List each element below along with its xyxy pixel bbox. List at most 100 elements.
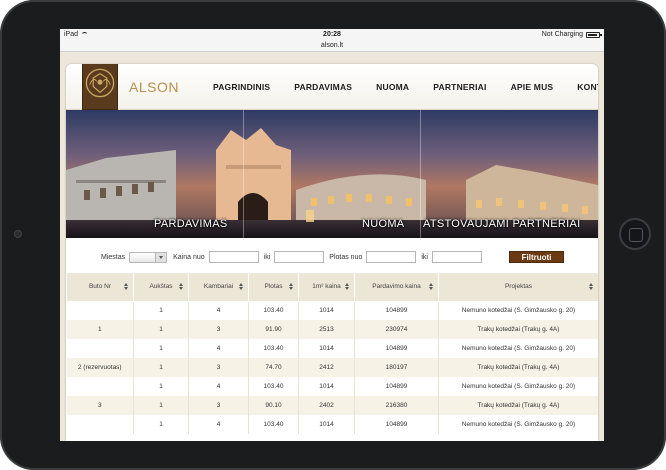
listings-table: Buto Nr Aukštas Kambariai Plotas 1m² kai…: [66, 273, 598, 434]
banner-link-pardavimas[interactable]: PARDAVIMAS: [154, 218, 228, 230]
device-label: iPad: [64, 31, 79, 38]
cell-area: 103.40: [248, 301, 299, 320]
crest-icon: [85, 68, 115, 97]
sort-icon: [239, 283, 244, 291]
cell-rooms: 3: [188, 396, 249, 415]
table-row[interactable]: 1 4 103.40 1014 104899 Nemuno kotedžai (…: [66, 301, 598, 320]
table-row[interactable]: 1 4 103.40 1014 104899 Nemuno kotedžai (…: [66, 339, 598, 358]
charging-status: Not Charging: [541, 31, 583, 38]
table-row[interactable]: 3 1 3 90.10 2402 216380 Trakų kotedžai (…: [66, 396, 598, 415]
banner-link-nuoma[interactable]: NUOMA: [362, 218, 404, 230]
chevron-down-icon: [155, 252, 167, 262]
column-header[interactable]: Aukštas: [133, 273, 189, 302]
status-bar: iPad 20:28 Not Charging: [60, 29, 604, 40]
site-container: ALSON PAGRINDINIS PARDAVIMAS NUOMA PARTN…: [66, 64, 598, 441]
cell-rooms: 3: [188, 320, 249, 339]
sort-icon: [429, 283, 434, 291]
price-from-input[interactable]: [208, 251, 259, 263]
cell-floor: 1: [133, 377, 189, 396]
home-button[interactable]: [619, 218, 651, 250]
column-header[interactable]: Plotas: [248, 273, 299, 302]
price-to-label: iki: [263, 253, 271, 261]
cell-unit: 1: [66, 320, 134, 339]
cell-price-per-m2: 1014: [298, 415, 355, 434]
price-from-label: Kaina nuo: [173, 253, 205, 261]
banner-link-partneriai[interactable]: ATSTOVAUJAMI PARTNERIAI: [423, 218, 580, 230]
cell-price: 104899: [354, 377, 439, 396]
cell-project: Trakų kotedžai (Trakų g. 4A): [438, 358, 598, 377]
sort-icon: [124, 283, 129, 291]
sort-icon: [589, 283, 594, 291]
camera-icon: [14, 230, 22, 238]
nav-pagrindinis[interactable]: PAGRINDINIS: [213, 82, 270, 92]
cell-unit: [66, 377, 134, 396]
main-nav: PAGRINDINIS PARDAVIMAS NUOMA PARTNERIAI …: [213, 82, 598, 92]
cell-price: 180197: [354, 358, 439, 377]
cell-price-per-m2: 1014: [298, 301, 355, 320]
nav-pardavimas[interactable]: PARDAVIMAS: [294, 82, 352, 92]
area-from-input[interactable]: [366, 251, 417, 263]
cell-project: Trakų kotedžai (Trakų g. 4A): [438, 320, 598, 339]
area-to-input[interactable]: [432, 251, 482, 263]
cell-price-per-m2: 2402: [298, 396, 355, 415]
cell-unit: [66, 339, 134, 358]
city-select[interactable]: [129, 251, 168, 263]
banner-divider: [420, 110, 421, 238]
nav-kontaktai[interactable]: KONTAKTAI: [577, 82, 598, 92]
nav-partneriai[interactable]: PARTNERIAI: [433, 82, 486, 92]
battery-icon: [586, 31, 602, 38]
url-text: alson.lt: [320, 42, 344, 49]
filter-button[interactable]: Filtruoti: [509, 251, 564, 263]
cell-floor: 1: [133, 301, 189, 320]
cell-floor: 1: [133, 415, 189, 434]
cell-project: Nemuno kotedžai (S. Gimžausko g. 20): [438, 301, 598, 320]
web-page: ALSON PAGRINDINIS PARDAVIMAS NUOMA PARTN…: [60, 52, 604, 441]
column-header[interactable]: Pardavimo kaina: [354, 273, 439, 302]
cell-floor: 1: [133, 320, 189, 339]
status-time: 20:28: [323, 31, 341, 38]
column-header[interactable]: Kambariai: [188, 273, 249, 302]
area-to-label: iki: [421, 253, 428, 261]
cell-area: 103.40: [248, 377, 299, 396]
cell-area: 90.10: [248, 396, 299, 415]
table-row[interactable]: 1 4 103.40 1014 104899 Nemuno kotedžai (…: [66, 377, 598, 396]
sort-icon: [345, 283, 350, 291]
cell-project: Nemuno kotedžai (S. Gimžausko g. 20): [438, 339, 598, 358]
cell-area: 103.40: [248, 339, 299, 358]
cell-unit: [66, 415, 134, 434]
area-from-label: Plotas nuo: [329, 253, 363, 261]
cell-project: Nemuno kotedžai (S. Gimžausko g. 20): [438, 377, 598, 396]
cell-price-per-m2: 2412: [298, 358, 355, 377]
brand-name[interactable]: ALSON: [129, 79, 179, 95]
cell-project: Nemuno kotedžai (S. Gimžausko g. 20): [438, 415, 598, 434]
site-header: ALSON PAGRINDINIS PARDAVIMAS NUOMA PARTN…: [66, 64, 598, 110]
cell-unit: 2 (rezervuotas): [66, 358, 134, 377]
cell-price-per-m2: 1014: [298, 377, 355, 396]
nav-nuoma[interactable]: NUOMA: [376, 82, 409, 92]
listings-table-wrap: Buto Nr Aukštas Kambariai Plotas 1m² kai…: [66, 273, 598, 434]
cell-price: 104899: [354, 339, 439, 358]
address-bar[interactable]: alson.lt: [60, 40, 604, 52]
column-header[interactable]: 1m² kaina: [298, 273, 355, 302]
sort-icon: [179, 283, 184, 291]
banner-divider: [243, 110, 244, 238]
cell-area: 91.90: [248, 320, 299, 339]
cell-rooms: 4: [188, 301, 249, 320]
cell-price-per-m2: 2513: [298, 320, 355, 339]
cell-unit: 3: [66, 396, 134, 415]
table-row[interactable]: 2 (rezervuotas) 1 3 74.70 2412 180197 Tr…: [66, 358, 598, 377]
filter-bar: Miestas Kaina nuo iki Plotas nuo iki Fil…: [66, 246, 598, 268]
price-to-input[interactable]: [274, 251, 325, 263]
logo[interactable]: [82, 64, 118, 110]
column-header[interactable]: Buto Nr: [66, 273, 134, 302]
cell-rooms: 4: [188, 339, 249, 358]
cell-area: 103.40: [248, 415, 299, 434]
table-row[interactable]: 1 1 3 91.90 2513 230974 Trakų kotedžai (…: [66, 320, 598, 339]
nav-apie-mus[interactable]: APIE MUS: [511, 82, 554, 92]
cell-unit: [66, 301, 134, 320]
column-header[interactable]: Projektas: [438, 273, 598, 302]
city-label: Miestas: [101, 253, 126, 261]
cell-project: Trakų kotedžai (Trakų g. 4A): [438, 396, 598, 415]
cell-floor: 1: [133, 358, 189, 377]
table-row[interactable]: 1 4 103.40 1014 104899 Nemuno kotedžai (…: [66, 415, 598, 434]
